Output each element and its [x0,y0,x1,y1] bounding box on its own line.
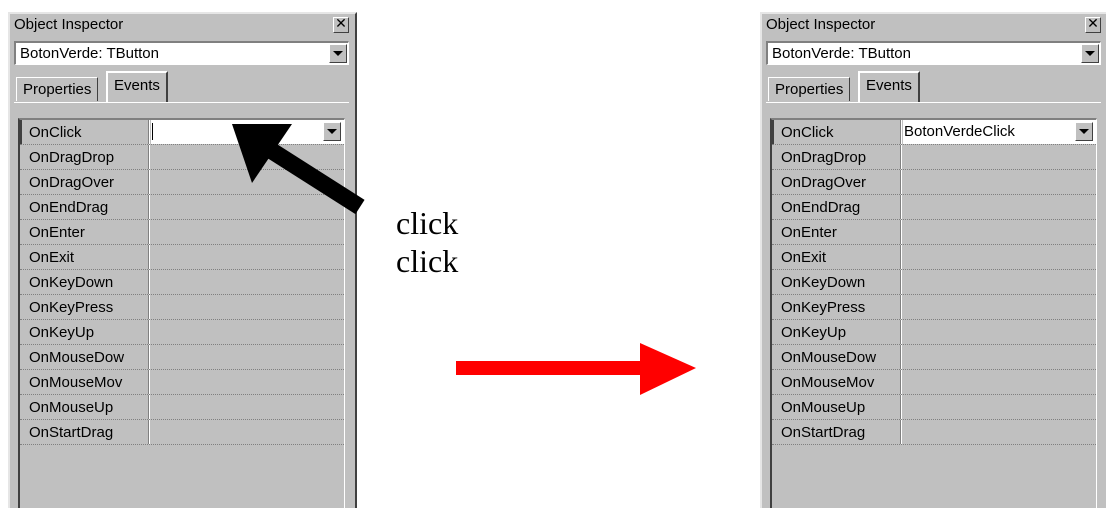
black-pointer-arrow-icon [232,124,365,215]
tab-events[interactable]: Events [858,71,920,102]
red-right-arrow-icon [456,343,696,395]
tab-events[interactable]: Events [106,71,168,102]
